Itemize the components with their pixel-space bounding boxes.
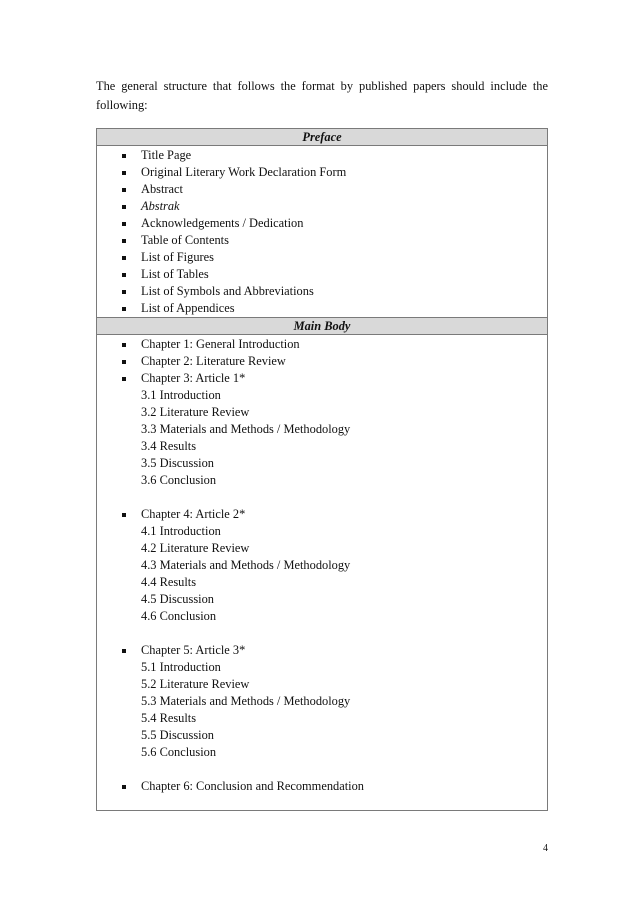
chapter-item: Chapter 1: General Introduction [97,336,547,353]
square-bullet-icon [122,360,126,364]
square-bullet-icon [122,785,126,789]
list-item: List of Tables [97,266,547,283]
intro-paragraph: The general structure that follows the f… [96,79,548,112]
list-item-label: Chapter 6: Conclusion and Recommendation [141,779,364,793]
chapter-item: Chapter 3: Article 1* [97,370,547,387]
list-item-label: Acknowledgements / Dedication [141,216,304,230]
main-body-header: Main Body [97,317,547,335]
list-item: List of Appendices [97,300,547,317]
list-item: Abstrak [97,198,547,215]
list-item-label: Chapter 4: Article 2* [141,507,246,521]
chapter-item: Chapter 4: Article 2* [97,506,547,523]
square-bullet-icon [122,513,126,517]
square-bullet-icon [122,171,126,175]
square-bullet-icon [122,154,126,158]
chapter-item: Chapter 5: Article 3* [97,642,547,659]
square-bullet-icon [122,239,126,243]
list-item-label: List of Appendices [141,301,235,315]
preface-header: Preface [97,129,547,146]
subsection-item: 5.1 Introduction [141,660,221,674]
subsection-item: 4.3 Materials and Methods / Methodology [141,558,351,572]
list-item-label: Chapter 2: Literature Review [141,354,286,368]
subsection-item: 4.2 Literature Review [141,541,250,555]
list-item-label: Abstract [141,182,183,196]
square-bullet-icon [122,377,126,381]
list-item-label: Chapter 3: Article 1* [141,371,246,385]
list-item-label: Abstrak [141,199,180,213]
list-item-label: Table of Contents [141,233,229,247]
subsection-item: 3.3 Materials and Methods / Methodology [141,422,351,436]
list-item: Title Page [97,147,547,164]
list-item-label: List of Tables [141,267,209,281]
square-bullet-icon [122,256,126,260]
list-item-label: Chapter 5: Article 3* [141,643,246,657]
subsection-item: 4.1 Introduction [141,524,221,538]
list-item-label: List of Figures [141,250,214,264]
list-item: List of Figures [97,249,547,266]
subsection-item: 5.4 Results [141,711,197,725]
preface-list: Title Page Original Literary Work Declara… [97,146,547,317]
subsection-item: 5.2 Literature Review [141,677,250,691]
main-body-list: Chapter 1: General Introduction Chapter 2… [97,335,547,810]
subsection-item: 5.3 Materials and Methods / Methodology [141,694,351,708]
subsection-item: 5.5 Discussion [141,728,214,742]
list-item: Original Literary Work Declaration Form [97,164,547,181]
subsection-item: 4.5 Discussion [141,592,214,606]
square-bullet-icon [122,273,126,277]
thesis-structure-table: Preface Title Page Original Literary Work… [96,128,548,811]
subsection-item: 3.5 Discussion [141,456,214,470]
square-bullet-icon [122,188,126,192]
subsection-item: 3.2 Literature Review [141,405,250,419]
chapter-item: Chapter 6: Conclusion and Recommendation [97,778,547,795]
list-item: Acknowledgements / Dedication [97,215,547,232]
list-item-label: List of Symbols and Abbreviations [141,284,314,298]
square-bullet-icon [122,290,126,294]
list-item: Table of Contents [97,232,547,249]
list-item-label: Chapter 1: General Introduction [141,337,300,351]
subsection-item: 3.6 Conclusion [141,473,217,487]
square-bullet-icon [122,205,126,209]
page-number: 4 [543,843,548,854]
chapter-item: Chapter 2: Literature Review [97,353,547,370]
square-bullet-icon [122,649,126,653]
list-item-label: Original Literary Work Declaration Form [141,165,347,179]
square-bullet-icon [122,222,126,226]
subsection-item: 5.6 Conclusion [141,745,217,759]
subsection-item: 4.4 Results [141,575,197,589]
subsection-item: 3.1 Introduction [141,388,221,402]
list-item: List of Symbols and Abbreviations [97,283,547,300]
list-item-label: Title Page [141,148,192,162]
list-item: Abstract [97,181,547,198]
square-bullet-icon [122,343,126,347]
square-bullet-icon [122,307,126,311]
subsection-item: 4.6 Conclusion [141,609,217,623]
subsection-item: 3.4 Results [141,439,197,453]
